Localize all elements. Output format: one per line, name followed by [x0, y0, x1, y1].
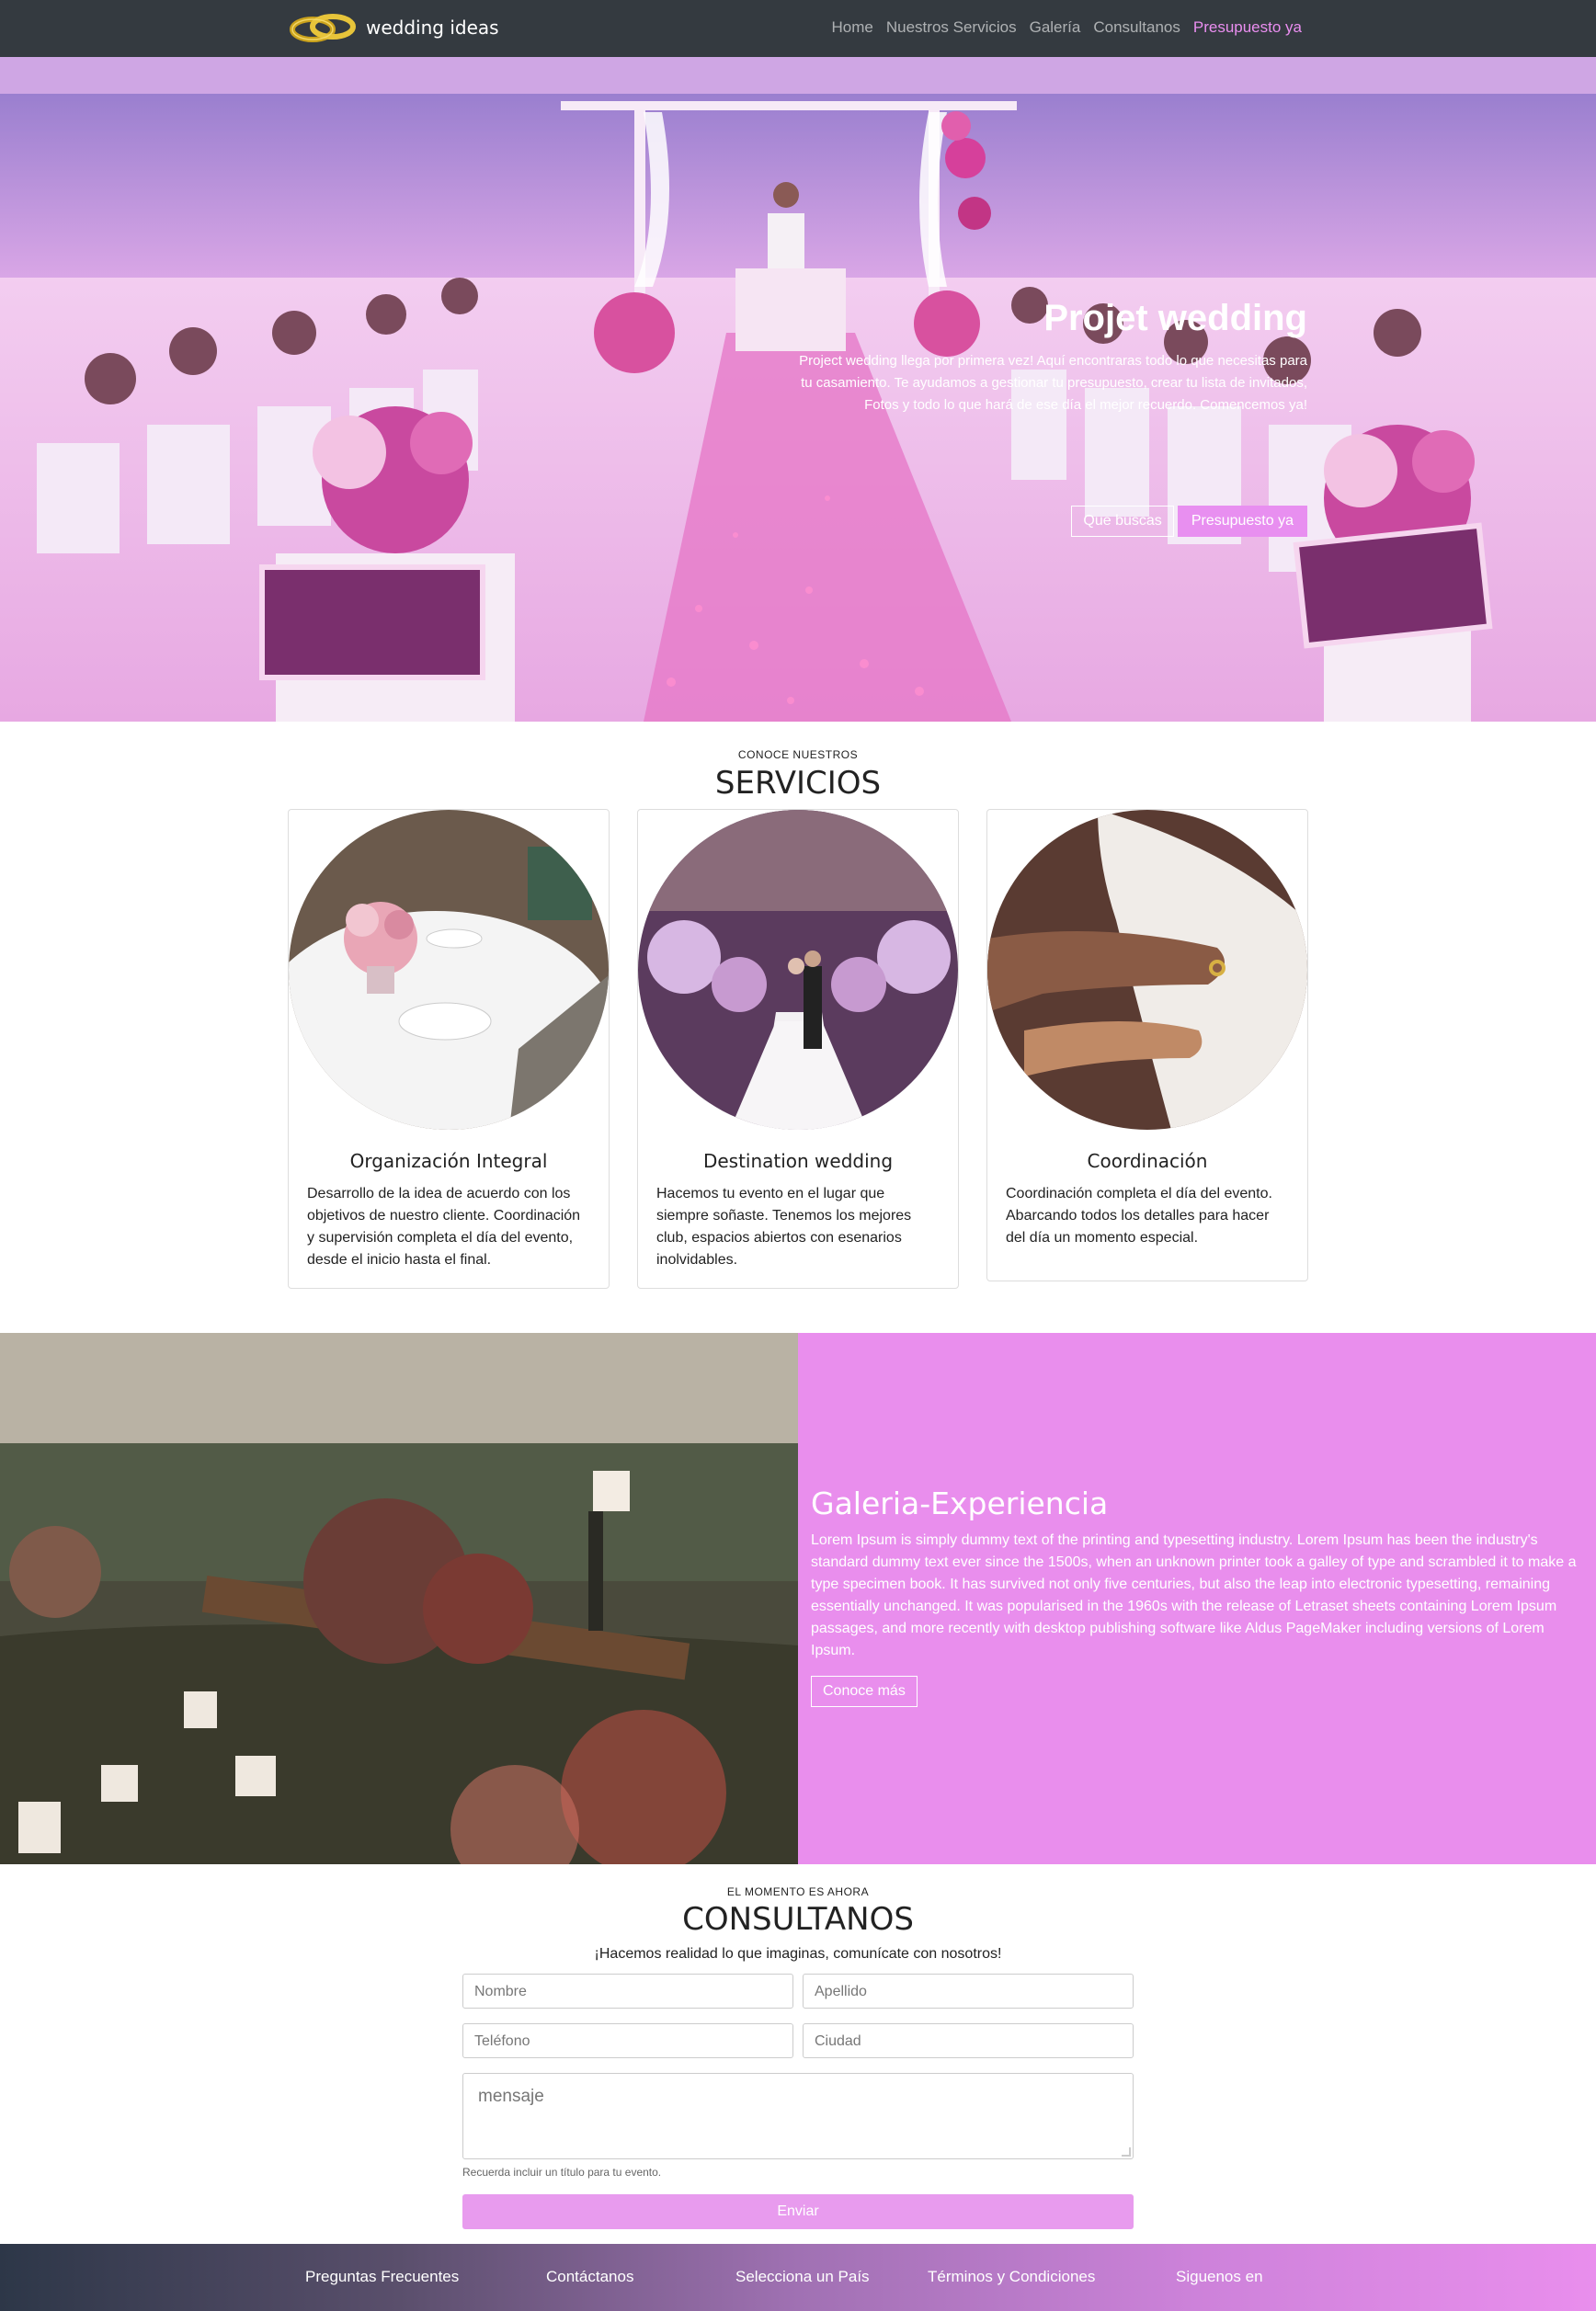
- gallery-panel: Galeria-Experiencia Lorem Ipsum is simpl…: [798, 1333, 1596, 1864]
- services-kicker: CONOCE NUESTROS: [737, 748, 859, 761]
- service-card-text: Coordinación completa el día del evento.…: [1006, 1186, 1272, 1246]
- contact-subtitle: ¡Hacemos realidad lo que imaginas, comun…: [594, 1946, 1002, 1962]
- gallery-title: Galeria-Experiencia: [811, 1486, 1109, 1521]
- service-card-destination: Destination wedding Hacemos tu evento en…: [637, 809, 959, 1289]
- service-card-text: Desarrollo de la idea de acuerdo con los…: [307, 1186, 581, 1268]
- contact-title: CONSULTANOS: [682, 1901, 914, 1938]
- mensaje-placeholder: mensaje: [478, 2087, 544, 2106]
- apellido-input[interactable]: Apellido: [803, 1974, 1134, 2009]
- contact-kicker: EL MOMENTO ES AHORA: [726, 1885, 870, 1898]
- footer-preguntas-frecuentes[interactable]: Preguntas Frecuentes: [305, 2268, 459, 2286]
- brand[interactable]: wedding ideas: [289, 11, 499, 44]
- gallery-text: Lorem Ipsum is simply dummy text of the …: [811, 1532, 1577, 1658]
- table-setting-image: [289, 810, 609, 1130]
- nav-servicios[interactable]: Nuestros Servicios: [886, 18, 1017, 37]
- nombre-input[interactable]: Nombre: [462, 1974, 793, 2009]
- ring-hands-image: [987, 810, 1307, 1130]
- footer-contactanos[interactable]: Contáctanos: [546, 2268, 633, 2286]
- hero-banner: Projet wedding Project wedding llega por…: [0, 57, 1596, 722]
- resize-handle-icon[interactable]: [1122, 2147, 1131, 2157]
- service-card-coordinacion: Coordinación Coordinación completa el dí…: [986, 809, 1308, 1281]
- hero-description: Project wedding llega por primera vez! A…: [799, 353, 1307, 413]
- brand-name: wedding ideas: [366, 17, 499, 39]
- service-card-title: Destination wedding: [702, 1150, 894, 1172]
- conoce-mas-button[interactable]: Conoce más: [811, 1676, 918, 1707]
- que-buscas-button[interactable]: Que buscas: [1071, 506, 1174, 537]
- navbar: wedding ideas Home Nuestros Servicios Ga…: [0, 0, 1596, 57]
- services-title: SERVICIOS: [714, 765, 882, 802]
- service-card-organizacion: Organización Integral Desarrollo de la i…: [288, 809, 610, 1289]
- ballroom-couple-image: [638, 810, 958, 1130]
- footer-siguenos[interactable]: Siguenos en: [1176, 2268, 1263, 2286]
- nav-consultanos[interactable]: Consultanos: [1093, 18, 1180, 37]
- nav-menu: Home Nuestros Servicios Galería Consulta…: [832, 18, 1302, 37]
- wedding-rings-logo-icon: [290, 14, 356, 42]
- gallery-image: [0, 1333, 798, 1864]
- nav-home[interactable]: Home: [832, 18, 873, 37]
- service-card-title: Organización Integral: [349, 1150, 548, 1172]
- hero-buttons: Que buscas Presupuesto ya: [1071, 506, 1307, 537]
- nav-galeria[interactable]: Galería: [1030, 18, 1081, 37]
- hero-title: Projet wedding: [1043, 298, 1307, 338]
- footer: Preguntas Frecuentes Contáctanos Selecci…: [0, 2244, 1596, 2311]
- mensaje-textarea[interactable]: mensaje: [462, 2073, 1134, 2159]
- enviar-button[interactable]: Enviar: [462, 2194, 1134, 2229]
- nav-presupuesto[interactable]: Presupuesto ya: [1193, 18, 1302, 37]
- ciudad-input[interactable]: Ciudad: [803, 2023, 1134, 2058]
- presupuesto-ya-button[interactable]: Presupuesto ya: [1177, 506, 1307, 537]
- form-hint: Recuerda incluir un título para tu event…: [462, 2166, 662, 2179]
- hero-text: Projet wedding Project wedding llega por…: [792, 298, 1307, 416]
- service-card-title: Coordinación: [1087, 1150, 1208, 1172]
- footer-terminos[interactable]: Términos y Condiciones: [928, 2268, 1095, 2286]
- telefono-input[interactable]: Teléfono: [462, 2023, 793, 2058]
- service-card-text: Hacemos tu evento en el lugar que siempr…: [656, 1186, 912, 1268]
- footer-selecciona-pais[interactable]: Selecciona un País: [735, 2268, 870, 2286]
